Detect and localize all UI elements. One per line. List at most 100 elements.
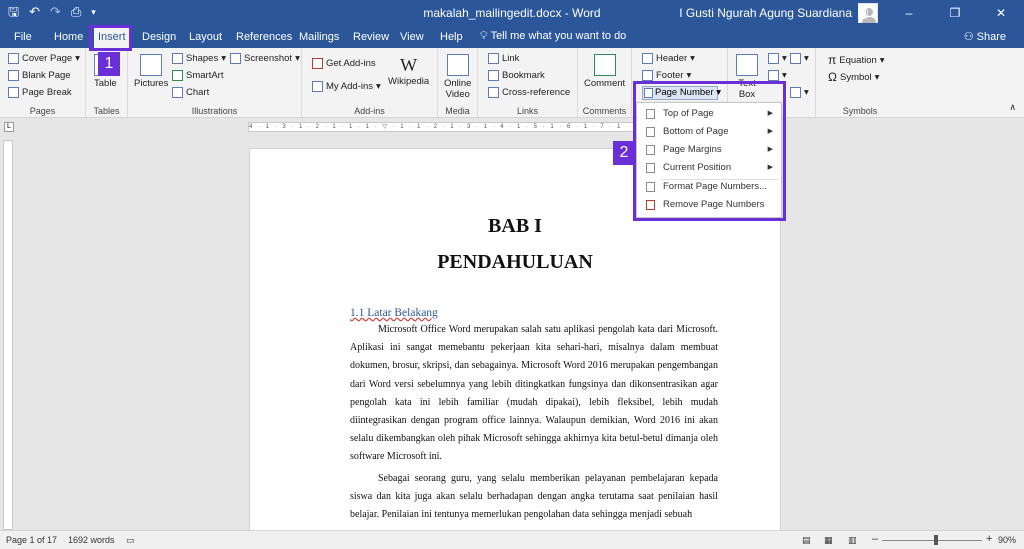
zoom-in-button[interactable]: +: [986, 533, 992, 545]
user-name[interactable]: I Gusti Ngurah Agung Suardiana: [679, 6, 852, 20]
ribbon-tabs: File Home Insert Design Layout Reference…: [0, 26, 1024, 48]
chevron-down-icon: ▾: [221, 53, 227, 64]
chart-icon: [172, 87, 183, 98]
tab-file[interactable]: File: [10, 26, 36, 48]
maximize-icon[interactable]: ❐: [932, 0, 978, 26]
chevron-down-icon: ▾: [75, 53, 80, 64]
footer-button[interactable]: Footer ▾: [642, 70, 691, 81]
group-links: Link Bookmark Cross-reference Links: [478, 48, 578, 118]
shapes-label: Shapes: [186, 53, 219, 64]
equation-button[interactable]: π Equation ▾: [828, 53, 885, 67]
bookmark-label: Bookmark: [502, 70, 545, 81]
page-break-button[interactable]: Page Break: [8, 87, 72, 98]
blank-page-icon: [8, 70, 19, 81]
pictures-button[interactable]: Pictures: [134, 54, 168, 89]
lightbulb-icon: 💡︎: [480, 30, 491, 42]
highlight-insert-tab: [89, 25, 132, 51]
group-comments: Comment Comments: [578, 48, 632, 118]
zoom-slider[interactable]: [882, 540, 982, 541]
minimize-icon[interactable]: –: [886, 0, 932, 26]
online-video-button[interactable]: Online Video: [444, 54, 471, 100]
smartart-label: SmartArt: [186, 70, 224, 81]
cross-reference-label: Cross-reference: [502, 87, 571, 98]
tab-view[interactable]: View: [396, 26, 428, 48]
chart-label: Chart: [186, 87, 210, 98]
header-button[interactable]: Header ▾: [642, 53, 695, 64]
body-paragraph: Sebagai seorang guru, yang selalu member…: [350, 473, 718, 521]
page-break-icon: [8, 87, 19, 98]
proofing-icon[interactable]: ▭: [126, 535, 135, 546]
wordart-button[interactable]: ▾: [768, 70, 787, 81]
zoom-out-button[interactable]: –: [872, 533, 878, 545]
share-label: Share: [976, 31, 1006, 43]
tab-review[interactable]: Review: [349, 26, 393, 48]
tab-layout[interactable]: Layout: [185, 26, 226, 48]
header-label: Header: [656, 53, 688, 64]
collapse-ribbon-icon[interactable]: ∧: [1009, 102, 1016, 113]
get-addins-button[interactable]: Get Add-ins: [312, 58, 376, 69]
group-addins: Get Add-ins My Add-ins ▾ W Wikipedia Add-i…: [302, 48, 438, 118]
tab-home[interactable]: Home: [50, 26, 87, 48]
tab-mailings[interactable]: Mailings: [295, 26, 343, 48]
link-button[interactable]: Link: [488, 53, 519, 64]
print-layout-icon[interactable]: ▦: [824, 535, 833, 546]
share-button[interactable]: ⚇ Share: [964, 30, 1006, 43]
ribbon-display-options-icon[interactable]: ▣: [840, 0, 886, 26]
chart-button[interactable]: Chart: [172, 87, 209, 98]
tell-me-search[interactable]: 💡︎ Tell me what you want to do: [480, 30, 626, 43]
title-bar: 🖫 ↶ ↷ ⎙ ▾ makalah_mailingedit.docx - Wor…: [0, 0, 1024, 26]
close-icon[interactable]: ✕: [978, 0, 1024, 26]
omega-icon: Ω: [828, 70, 837, 84]
comment-button[interactable]: Comment: [584, 54, 625, 89]
chevron-down-icon: ▾: [879, 54, 885, 66]
symbol-button[interactable]: Ω Symbol ▾: [828, 70, 879, 84]
person-icon: ⚇: [963, 31, 977, 43]
group-label-pages: Pages: [29, 106, 56, 116]
chevron-down-icon: ▾: [686, 70, 692, 81]
shapes-icon: [172, 53, 183, 64]
wordart-icon: [768, 70, 779, 81]
cross-reference-button[interactable]: Cross-reference: [488, 87, 570, 98]
smartart-button[interactable]: SmartArt: [172, 70, 223, 81]
web-layout-icon[interactable]: ▥: [848, 535, 857, 546]
chevron-down-icon: ▾: [376, 81, 381, 92]
group-label-links: Links: [516, 106, 538, 116]
chevron-down-icon: ▾: [295, 53, 300, 64]
screenshot-button[interactable]: Screenshot ▾: [230, 53, 300, 64]
wikipedia-button[interactable]: W Wikipedia: [388, 54, 429, 87]
quick-parts-button[interactable]: ▾: [768, 53, 787, 64]
signature-line-button[interactable]: ▾: [790, 53, 809, 64]
online-video-label-1: Online: [444, 78, 472, 89]
chevron-down-icon: ▾: [782, 53, 787, 64]
group-label-media: Media: [445, 106, 470, 116]
tab-design[interactable]: Design: [138, 26, 180, 48]
group-label-comments: Comments: [582, 106, 627, 116]
object-button[interactable]: ▾: [790, 87, 809, 98]
zoom-slider-thumb[interactable]: [934, 535, 938, 545]
text-box-icon: [736, 54, 758, 76]
bookmark-button[interactable]: Bookmark: [488, 70, 545, 81]
word-count[interactable]: 1692 words: [68, 535, 115, 545]
screenshot-label: Screenshot: [244, 53, 293, 64]
vertical-ruler[interactable]: [3, 140, 13, 530]
chapter-title: PENDAHULUAN: [437, 251, 593, 273]
cover-page-button[interactable]: Cover Page ▾: [8, 53, 80, 64]
pictures-label: Pictures: [134, 78, 169, 89]
cover-page-icon: [8, 53, 19, 64]
page-count[interactable]: Page 1 of 17: [6, 535, 57, 545]
wikipedia-icon: W: [400, 55, 418, 75]
my-addins-button[interactable]: My Add-ins ▾: [312, 81, 381, 92]
highlight-page-number-menu: [633, 81, 786, 221]
cover-page-label: Cover Page: [22, 53, 73, 64]
group-illustrations: Pictures Shapes ▾ SmartArt Chart Screensh…: [128, 48, 302, 118]
tab-references[interactable]: References: [232, 26, 296, 48]
zoom-level[interactable]: 90%: [998, 535, 1016, 545]
wikipedia-label: Wikipedia: [388, 76, 430, 87]
chevron-down-icon: ▾: [782, 70, 787, 81]
tab-help[interactable]: Help: [436, 26, 467, 48]
tab-selector-icon[interactable]: L: [4, 122, 14, 132]
blank-page-button[interactable]: Blank Page: [8, 70, 71, 81]
step-badge-2: 2: [613, 141, 635, 165]
focus-mode-icon[interactable]: ▤: [802, 535, 811, 546]
shapes-button[interactable]: Shapes ▾: [172, 53, 226, 64]
